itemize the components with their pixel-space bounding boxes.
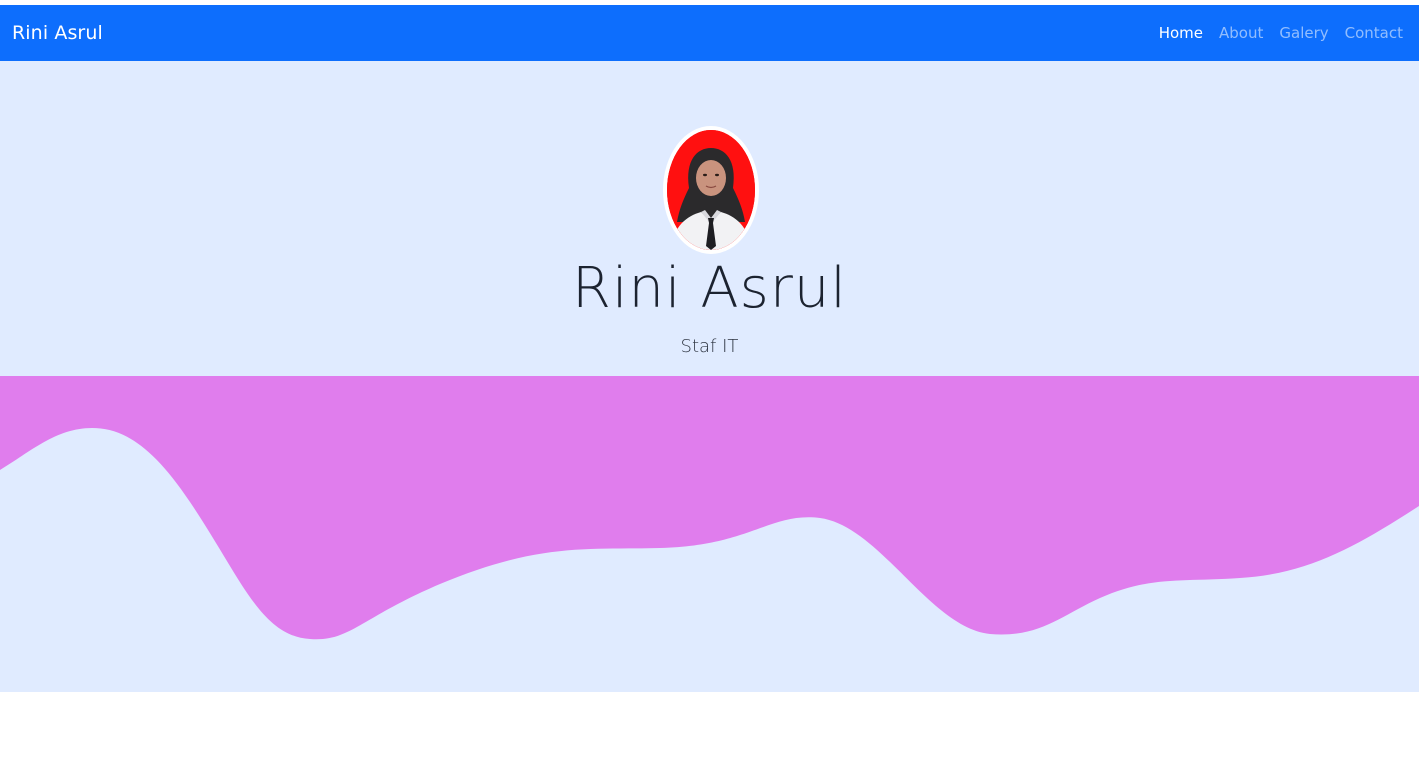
avatar [663, 126, 759, 254]
nav-link-about[interactable]: About [1219, 24, 1263, 42]
wave-decoration [0, 376, 1419, 692]
nav-link-home[interactable]: Home [1159, 24, 1203, 42]
nav-link-galery[interactable]: Galery [1279, 24, 1328, 42]
nav-links: Home About Galery Contact [1159, 24, 1403, 42]
nav-link-contact[interactable]: Contact [1345, 24, 1403, 42]
wave-shape [0, 376, 1419, 640]
hero-section: Rini Asrul Staf IT [0, 61, 1419, 376]
profile-photo [667, 130, 755, 250]
navbar: Rini Asrul Home About Galery Contact [0, 5, 1419, 61]
profile-role: Staf IT [680, 336, 739, 357]
profile-name: Rini Asrul [572, 256, 847, 321]
brand-link[interactable]: Rini Asrul [12, 22, 103, 44]
